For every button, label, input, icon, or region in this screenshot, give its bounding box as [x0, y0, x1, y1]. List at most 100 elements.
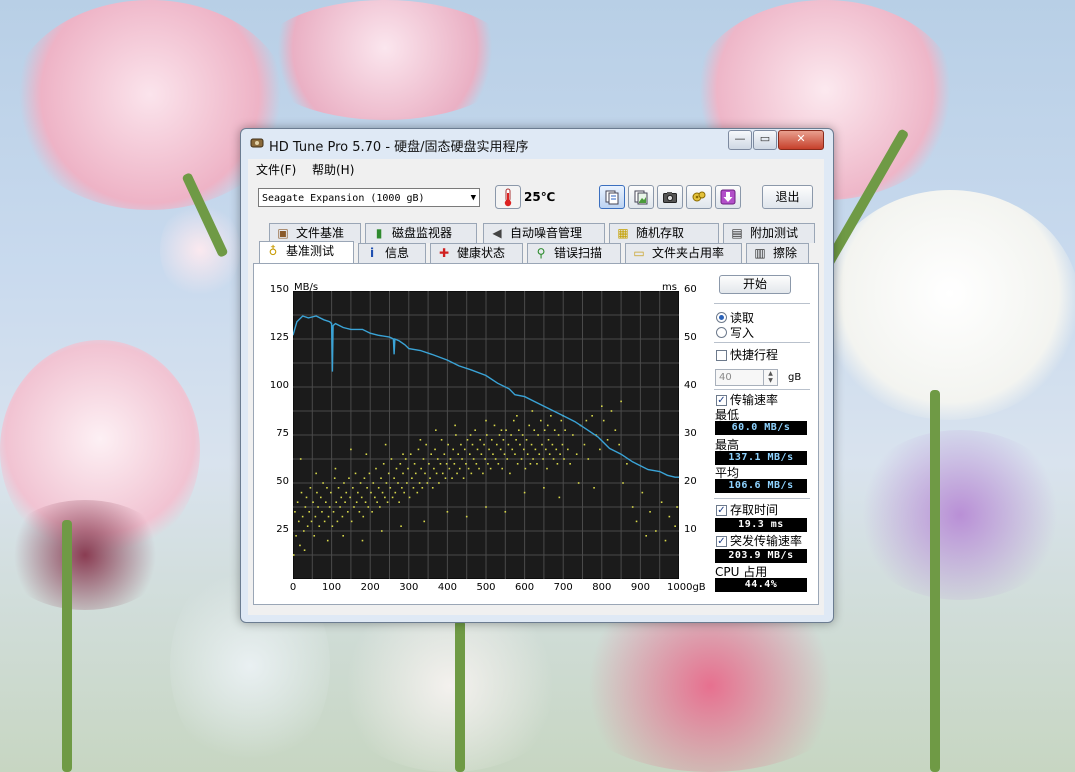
access-time-point — [475, 463, 478, 465]
access-time-point — [425, 443, 427, 446]
start-button[interactable]: 开始 — [719, 275, 791, 294]
access-time-point — [361, 539, 364, 542]
menu-file[interactable]: 文件(F) — [256, 161, 296, 178]
access-time-point — [342, 535, 344, 537]
access-time-point — [547, 439, 550, 441]
menu-help[interactable]: 帮助(H) — [312, 161, 354, 178]
access-time-point — [389, 487, 392, 489]
access-time-point — [343, 482, 345, 484]
access-time-point — [529, 463, 532, 465]
download-button[interactable] — [715, 185, 741, 209]
access-time-point — [434, 448, 436, 451]
cpu-usage-value: 44.4% — [715, 578, 807, 592]
stepper-arrows[interactable]: ▲ ▼ — [763, 370, 777, 385]
access-time-point — [500, 429, 503, 431]
tab-health[interactable]: ✚ 健康状态 — [430, 243, 523, 263]
access-time-point — [489, 467, 492, 470]
temperature-readout: 25℃ — [524, 190, 556, 204]
access-time-point — [357, 491, 359, 494]
short-stroke-label: 快捷行程 — [730, 348, 779, 362]
access-time-point — [551, 443, 554, 446]
access-time-point — [528, 424, 531, 427]
access-time-point — [451, 477, 453, 479]
read-radio[interactable] — [716, 312, 727, 323]
tab-info[interactable]: i 信息 — [358, 243, 426, 263]
write-radio[interactable] — [716, 327, 727, 338]
access-time-point — [417, 448, 420, 451]
transfer-rate-checkbox[interactable]: ✓ — [716, 395, 727, 406]
access-time-point — [303, 549, 306, 551]
access-time-point — [507, 443, 510, 446]
access-time-point — [321, 511, 323, 513]
copy-text-button[interactable] — [599, 185, 625, 209]
access-time-point — [423, 520, 426, 523]
access-time-point — [501, 467, 504, 470]
access-time-point — [664, 539, 667, 542]
access-time-point — [436, 458, 439, 460]
x-tick-label: 800 — [592, 582, 612, 593]
access-time-point — [484, 458, 487, 460]
copy-image-button[interactable] — [628, 185, 654, 209]
download-icon — [720, 189, 736, 205]
copy-image-icon — [634, 190, 648, 205]
tab-error-scan[interactable]: ⚲ 错误扫描 — [527, 243, 621, 263]
access-time-point — [294, 511, 296, 513]
tab-folder-usage[interactable]: ▭ 文件夹占用率 — [625, 243, 742, 263]
access-time-point — [533, 429, 536, 431]
access-time-point — [454, 424, 456, 427]
title-bar[interactable]: HD Tune Pro 5.70 - 硬盘/固态硬盘实用程序 — ▭ ✕ — [241, 129, 833, 159]
access-time-point — [379, 506, 381, 508]
maximize-button[interactable]: ▭ — [753, 130, 777, 150]
tab-file-benchmark[interactable]: ▣ 文件基准 — [269, 223, 361, 243]
tab-extra-tests[interactable]: ▤ 附加测试 — [723, 223, 815, 243]
short-stroke-stepper[interactable]: 40 ▲ ▼ — [715, 369, 778, 386]
access-time-point — [398, 501, 400, 503]
access-time-point — [355, 501, 358, 503]
tab-row-top: ▣ 文件基准 ▮ 磁盘监视器 ◀ 自动噪音管理 ▦ 随机存取 ▤ 附加测试 — [253, 223, 819, 243]
access-time-point — [526, 453, 529, 455]
access-time-point — [626, 463, 628, 465]
access-time-point — [391, 496, 394, 499]
access-time-point — [548, 453, 551, 455]
divider — [714, 303, 810, 304]
access-time-point — [537, 434, 539, 436]
close-button[interactable]: ✕ — [778, 130, 824, 150]
access-time-point — [641, 491, 644, 494]
access-time-point — [668, 515, 671, 518]
access-time-point — [674, 525, 676, 527]
access-time-point — [485, 506, 487, 508]
access-time-point — [403, 491, 405, 494]
access-time-point — [418, 482, 421, 484]
access-time-point — [444, 477, 447, 479]
x-tick-label: 300 — [399, 582, 419, 593]
access-time-point — [487, 463, 489, 465]
short-stroke-checkbox[interactable] — [716, 350, 727, 361]
drive-select[interactable]: Seagate Expansion (1000 gB) ▼ — [258, 188, 480, 207]
access-time-checkbox[interactable]: ✓ — [716, 505, 727, 516]
access-time-point — [541, 443, 543, 446]
access-time-point — [534, 448, 537, 451]
error-scan-icon: ⚲ — [536, 246, 546, 260]
access-time-point — [414, 472, 417, 475]
access-time-point — [429, 477, 431, 479]
tab-benchmark[interactable]: ♁ 基准测试 — [259, 241, 354, 263]
exit-button[interactable]: 退出 — [762, 185, 813, 209]
y-left-tick-label: 25 — [276, 524, 289, 535]
access-time-point — [306, 525, 309, 527]
screenshot-button[interactable] — [657, 185, 683, 209]
access-time-point — [332, 511, 335, 513]
tab-random-access[interactable]: ▦ 随机存取 — [609, 223, 719, 243]
tab-disk-monitor[interactable]: ▮ 磁盘监视器 — [365, 223, 477, 243]
x-tick-label: 600 — [515, 582, 535, 593]
access-time-point — [435, 429, 437, 431]
options-button[interactable] — [686, 185, 712, 209]
access-time-point — [564, 429, 566, 431]
tab-aam[interactable]: ◀ 自动噪音管理 — [483, 223, 605, 243]
burst-rate-checkbox[interactable]: ✓ — [716, 536, 727, 547]
access-time-point — [360, 496, 363, 499]
tab-erase[interactable]: ▥ 擦除 — [746, 243, 809, 263]
access-time-point — [397, 482, 399, 484]
minimize-button[interactable]: — — [728, 130, 752, 150]
access-time-point — [498, 434, 501, 436]
access-time-point — [520, 458, 523, 460]
